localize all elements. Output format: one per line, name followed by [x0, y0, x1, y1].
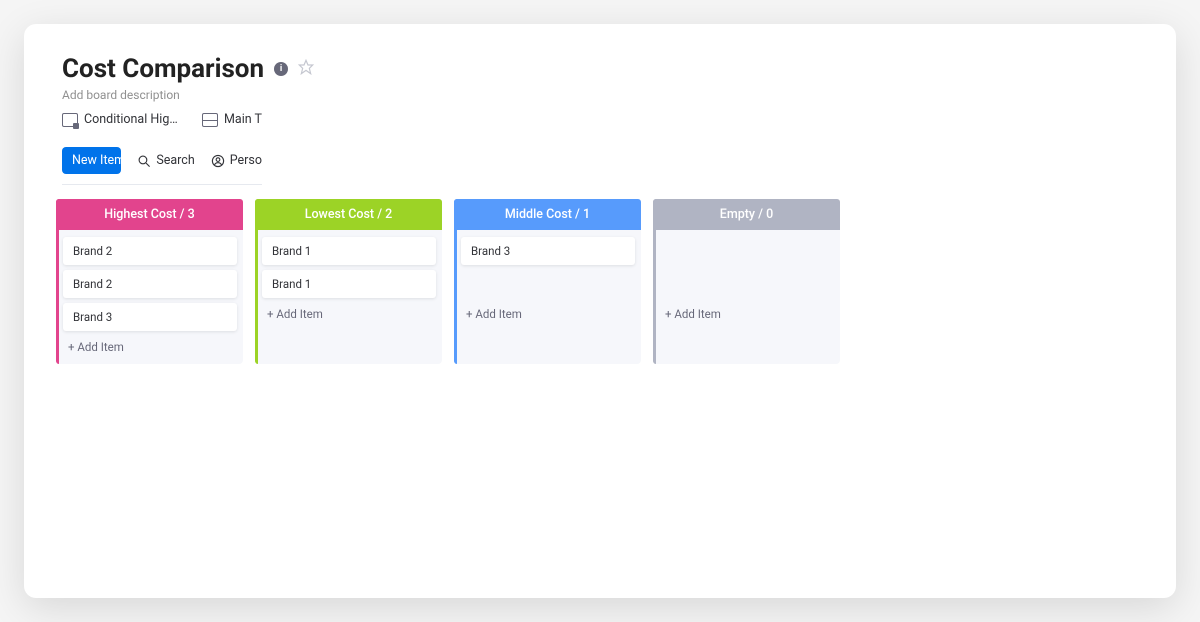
app-card: Cost Comparison i Add board description …: [24, 24, 1176, 598]
column-cards: Brand 3: [454, 230, 641, 298]
view-conditional-highlight[interactable]: Conditional Highli…: [62, 112, 184, 127]
card-item[interactable]: Brand 2: [63, 270, 237, 298]
column-empty: Empty / 0 + Add Item: [653, 199, 840, 364]
add-item-button[interactable]: + Add Item: [255, 298, 442, 331]
person-filter-button[interactable]: Perso: [211, 153, 262, 168]
card-item[interactable]: Brand 2: [63, 237, 237, 265]
card-item[interactable]: Brand 1: [262, 237, 436, 265]
add-item-button[interactable]: + Add Item: [653, 298, 840, 331]
view-label: Conditional Highli…: [84, 112, 184, 127]
toolbar-divider: [62, 184, 262, 185]
column-header[interactable]: Empty / 0: [653, 199, 840, 230]
search-icon: [137, 154, 151, 168]
view-main-table[interactable]: Main Tab: [202, 112, 262, 127]
column-cards: Brand 2 Brand 2 Brand 3: [56, 230, 243, 331]
search-label: Search: [156, 153, 194, 168]
column-highest-cost: Highest Cost / 3 Brand 2 Brand 2 Brand 3+ A…: [56, 199, 243, 364]
card-item[interactable]: Brand 3: [461, 237, 635, 265]
card-item[interactable]: Brand 3: [63, 303, 237, 331]
add-item-button[interactable]: + Add Item: [454, 298, 641, 331]
person-label: Perso: [230, 153, 262, 168]
card-item[interactable]: Brand 1: [262, 270, 436, 298]
search-button[interactable]: Search: [137, 153, 194, 168]
new-item-label: New Item: [62, 147, 121, 174]
column-lowest-cost: Lowest Cost / 2Brand 1Brand 1+ Add Item: [255, 199, 442, 364]
star-icon[interactable]: [298, 59, 314, 79]
column-header[interactable]: Lowest Cost / 2: [255, 199, 442, 230]
views-row: Conditional Highli… Main Tab: [62, 112, 262, 133]
new-item-button[interactable]: New Item: [62, 147, 121, 174]
column-cards: Brand 1 Brand 1: [255, 230, 442, 298]
add-item-button[interactable]: + Add Item: [56, 331, 243, 364]
column-cards: [653, 230, 840, 298]
board-description[interactable]: Add board description: [62, 88, 1138, 102]
table-icon: [202, 113, 218, 127]
view-label: Main Tab: [224, 112, 262, 127]
person-icon: [211, 154, 225, 168]
info-icon[interactable]: i: [274, 62, 288, 76]
conditional-highlight-icon: [62, 113, 78, 127]
column-middle-cost: Middle Cost / 1 Brand 3 + Add Item: [454, 199, 641, 364]
column-header[interactable]: Highest Cost / 3: [56, 199, 243, 230]
column-header[interactable]: Middle Cost / 1: [454, 199, 641, 230]
header-row: Cost Comparison i: [62, 54, 1138, 84]
kanban-board: Highest Cost / 3Brand 2Brand 2Brand 3+ A…: [56, 199, 1138, 364]
toolbar: New Item Search Perso: [62, 147, 262, 174]
page-title: Cost Comparison: [62, 54, 264, 84]
